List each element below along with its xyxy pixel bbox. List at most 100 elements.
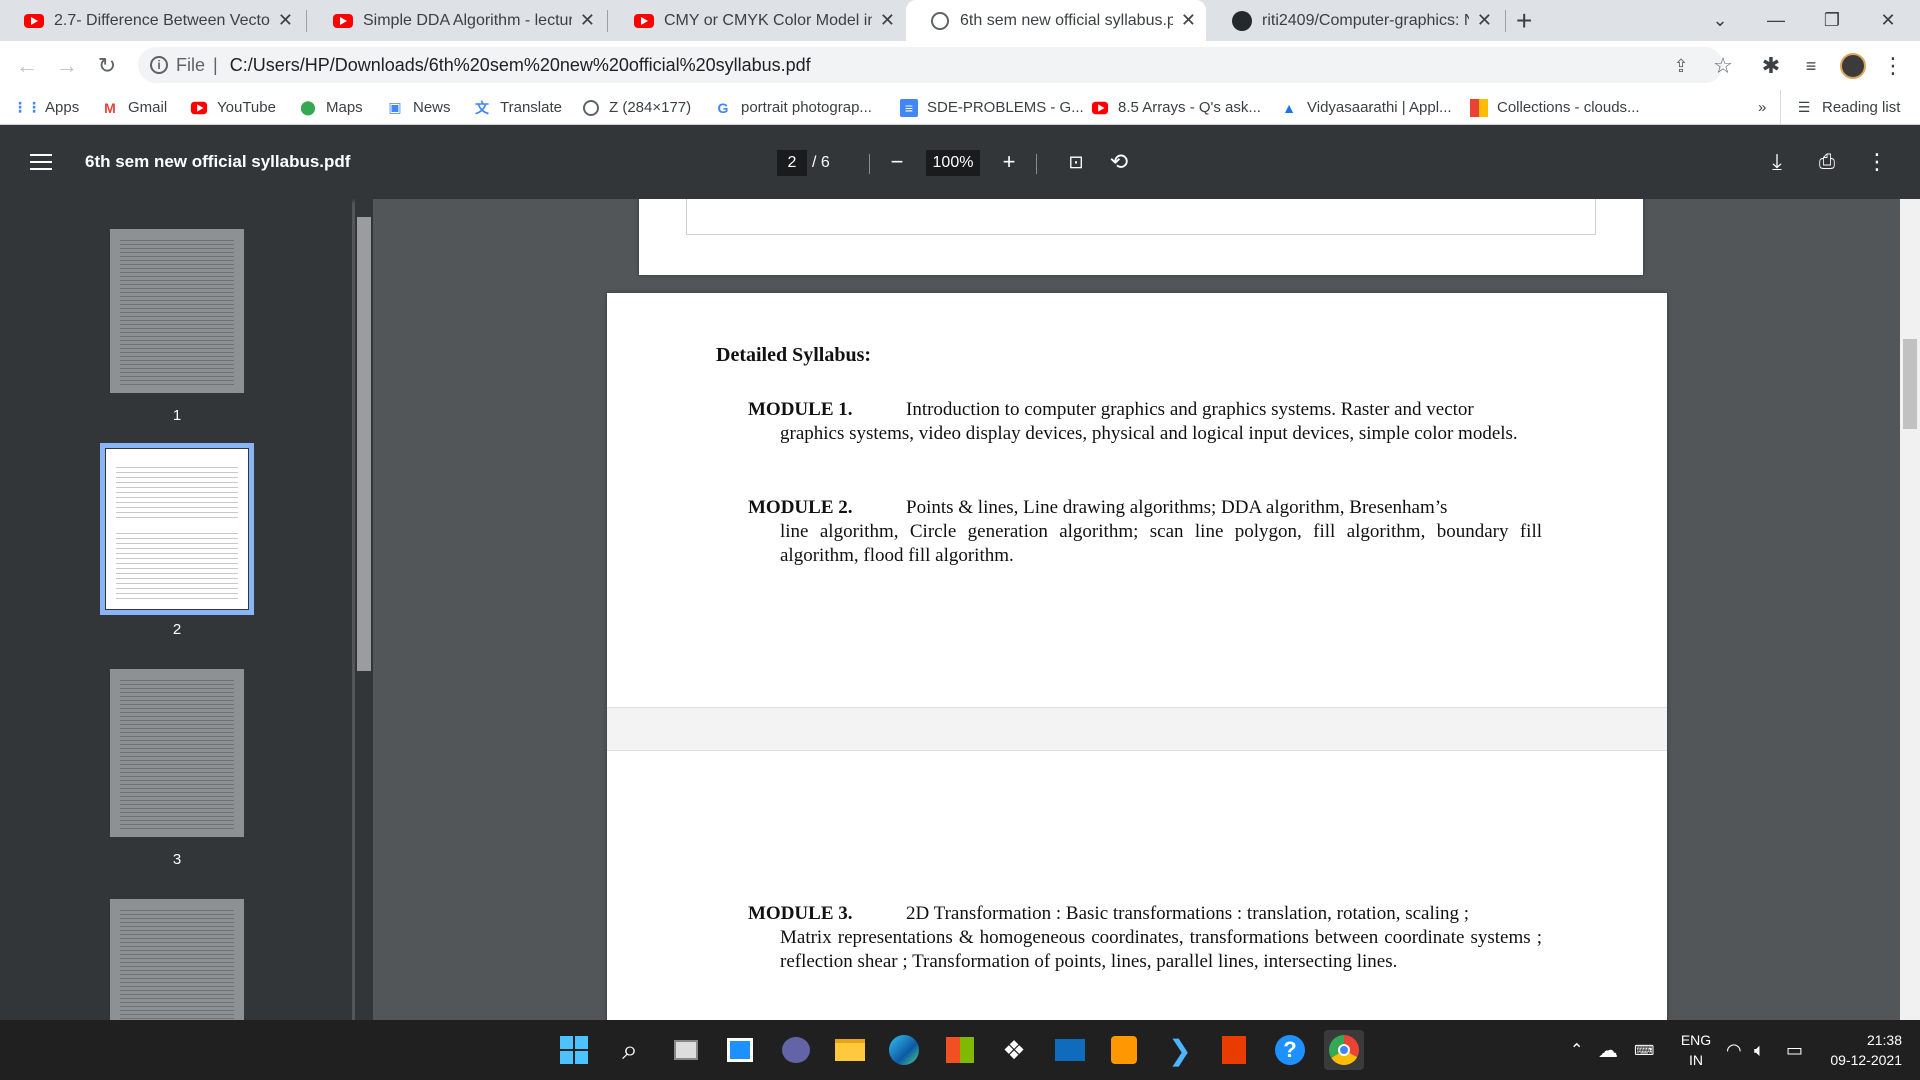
tab-label: Simple DDA Algorithm - lecture 1 [363, 11, 572, 29]
language-indicator[interactable]: ENG IN [1676, 1020, 1716, 1080]
window-close-icon[interactable]: ✕ [1860, 0, 1916, 41]
bookmark-gmail[interactable]: M Gmail [101, 90, 167, 125]
menu-icon[interactable]: ⋮ [1878, 51, 1908, 81]
dropbox-icon[interactable]: ❖ [994, 1030, 1034, 1070]
youtube-icon [190, 99, 208, 117]
tab-cmyk[interactable]: CMY or CMYK Color Model in Co ✕ [610, 0, 905, 41]
bookmark-arrays[interactable]: 8.5 Arrays - Q's ask... [1091, 90, 1261, 125]
keyboard-icon[interactable]: ⌨ [1634, 1020, 1654, 1080]
module-text: 2D Transformation : Basic transformation… [906, 903, 1470, 924]
address-bar[interactable]: i File | C:/Users/HP/Downloads/6th%20sem… [138, 47, 1723, 83]
bookmark-portrait[interactable]: Gportrait photograp... [714, 90, 872, 125]
close-icon[interactable]: ✕ [880, 10, 895, 31]
close-icon[interactable]: ✕ [1477, 10, 1492, 31]
url-text[interactable]: C:/Users/HP/Downloads/6th%20sem%20new%20… [230, 55, 811, 76]
file-label: File [176, 54, 206, 75]
news-icon: ▣ [388, 99, 402, 115]
bookmark-apps[interactable]: ⋮⋮ Apps [13, 90, 79, 125]
print-icon[interactable]: ⎙ [1812, 147, 1842, 177]
avatar[interactable] [1838, 51, 1868, 81]
chat-icon[interactable] [776, 1030, 816, 1070]
page-heading: Detailed Syllabus: [716, 344, 872, 366]
download-icon[interactable]: ⤓ [1762, 147, 1792, 177]
close-icon[interactable]: ✕ [278, 10, 293, 31]
forward-icon[interactable]: → [52, 51, 82, 81]
help-icon[interactable]: ? [1270, 1030, 1310, 1070]
star-icon[interactable]: ☆ [1708, 51, 1738, 81]
rotate-icon[interactable]: ⟲ [1104, 147, 1134, 177]
youtube-icon [24, 11, 44, 31]
zoom-in-icon[interactable]: + [994, 147, 1024, 177]
vscode-icon[interactable]: ❯ [1160, 1030, 1200, 1070]
module-text-cont: Matrix representations & homogeneous coo… [780, 927, 1542, 972]
close-icon[interactable]: ✕ [580, 10, 595, 31]
thumbnail-label: 3 [172, 851, 182, 868]
media-icon[interactable]: ≡ [1796, 51, 1826, 81]
tab-label: 2.7- Difference Between Vector S [54, 11, 270, 29]
taskbar: ⌕ ❖ ❯ ? ⌃ ☁ ⌨ ENG IN ◠ 🔈︎ ▭ 21:38 09-12-… [0, 1020, 1920, 1080]
module-2: MODULE 2. Points & lines, Line drawing al… [748, 496, 1542, 568]
tab-label: 6th sem new official syllabus.pdf [960, 11, 1173, 29]
chrome-icon[interactable] [1324, 1030, 1364, 1070]
reading-list-button[interactable]: ☰ Reading list [1780, 90, 1900, 125]
page-number-input[interactable]: 2 [777, 150, 807, 176]
more-icon[interactable]: ⋮ [1862, 147, 1892, 177]
office-icon[interactable] [1214, 1030, 1254, 1070]
mail-icon[interactable] [1050, 1030, 1090, 1070]
bookmark-sde-problems[interactable]: ≡ SDE-PROBLEMS - G... [900, 90, 1084, 125]
extensions-icon[interactable]: ✱ [1756, 51, 1786, 81]
bookmark-maps[interactable]: ⬤ Maps [299, 90, 363, 125]
bookmark-vidyasaarathi[interactable]: ▲ Vidyasaarathi | Appl... [1280, 90, 1451, 125]
bookmark-youtube[interactable]: YouTube [190, 90, 276, 125]
bookmark-collections[interactable]: Collections - clouds... [1470, 90, 1640, 125]
menu-icon[interactable] [30, 154, 52, 170]
search-icon[interactable]: ⌕ [610, 1030, 650, 1070]
onedrive-icon[interactable]: ☁ [1598, 1020, 1618, 1080]
restore-icon[interactable]: ❐ [1804, 0, 1860, 41]
tab-dda-lecture[interactable]: Simple DDA Algorithm - lecture 1 ✕ [309, 0, 605, 41]
start-icon[interactable] [554, 1030, 594, 1070]
chevron-down-icon[interactable]: ⌄ [1692, 0, 1748, 41]
sidebar-scrollbar[interactable] [355, 199, 373, 1020]
module-3: MODULE 3. 2D Transformation : Basic trans… [748, 902, 1542, 974]
bookmarks-more-button[interactable]: » [1758, 90, 1766, 125]
store-icon[interactable] [940, 1030, 980, 1070]
thumbnail-page-3[interactable] [110, 669, 244, 837]
share-icon[interactable]: ⇪ [1666, 51, 1696, 81]
bookmark-news[interactable]: ▣ News [386, 90, 450, 125]
info-icon[interactable]: i [150, 56, 168, 74]
tab-github[interactable]: riti2409/Computer-graphics: Not ✕ [1208, 0, 1502, 41]
document-scrollbar[interactable] [1900, 199, 1920, 1020]
back-icon[interactable]: ← [12, 51, 42, 81]
tab-syllabus-pdf[interactable]: 6th sem new official syllabus.pdf ✕ [906, 0, 1206, 41]
module-text: Introduction to computer graphics and gr… [906, 399, 1474, 420]
bookmark-translate[interactable]: 文 Translate [473, 90, 562, 125]
fit-page-icon[interactable]: ⊡ [1061, 147, 1091, 177]
edge-icon[interactable] [884, 1030, 924, 1070]
toolbar: ← → ↻ i File | C:/Users/HP/Downloads/6th… [0, 41, 1920, 90]
zoom-input[interactable]: 100% [926, 150, 980, 176]
task-view-icon[interactable] [666, 1030, 706, 1070]
volume-icon[interactable]: 🔈︎ [1754, 1020, 1765, 1080]
thumbnail-page-4[interactable] [110, 899, 244, 1020]
page-1-bottom [639, 199, 1643, 275]
thumbnail-page-1[interactable] [110, 229, 244, 393]
widgets-icon[interactable] [720, 1030, 760, 1070]
thumbnail-page-2[interactable] [100, 443, 254, 615]
wifi-icon[interactable]: ◠ [1726, 1020, 1742, 1080]
zoom-out-icon[interactable]: − [882, 147, 912, 177]
new-tab-icon[interactable]: + [1516, 5, 1532, 37]
minimize-icon[interactable]: — [1748, 0, 1804, 41]
pdf-toolbar: 6th sem new official syllabus.pdf 2 / 6 … [0, 125, 1920, 199]
close-icon[interactable]: ✕ [1181, 10, 1196, 31]
battery-icon[interactable]: ▭ [1786, 1020, 1803, 1080]
file-explorer-icon[interactable] [830, 1030, 870, 1070]
sublime-icon[interactable] [1104, 1030, 1144, 1070]
tab-label: CMY or CMYK Color Model in Co [664, 11, 872, 29]
bookmark-z[interactable]: Z (284×177) [582, 90, 691, 125]
clock[interactable]: 21:38 09-12-2021 [1826, 1020, 1902, 1080]
collections-icon [1470, 98, 1488, 117]
reload-icon[interactable]: ↻ [92, 51, 122, 81]
tab-vector-scan[interactable]: 2.7- Difference Between Vector S ✕ [0, 0, 303, 41]
tray-chevron-icon[interactable]: ⌃ [1570, 1020, 1583, 1080]
